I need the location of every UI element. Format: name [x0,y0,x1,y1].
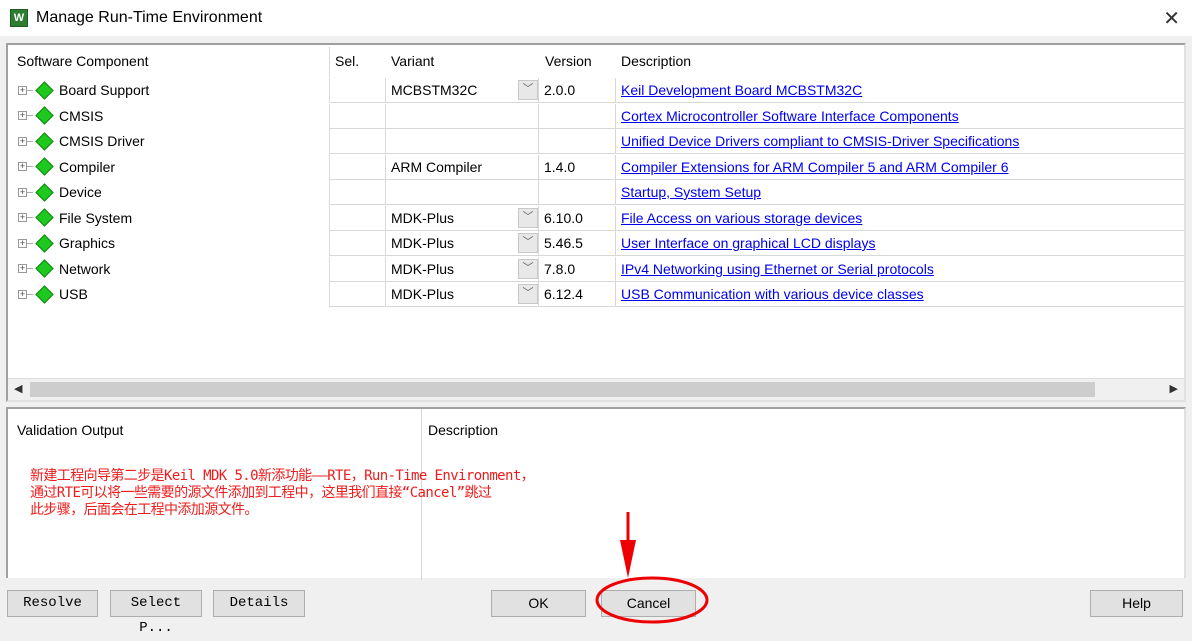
highlight-circle [595,576,709,624]
arrow-head-icon [620,540,636,578]
annotation-overlay [595,512,709,624]
